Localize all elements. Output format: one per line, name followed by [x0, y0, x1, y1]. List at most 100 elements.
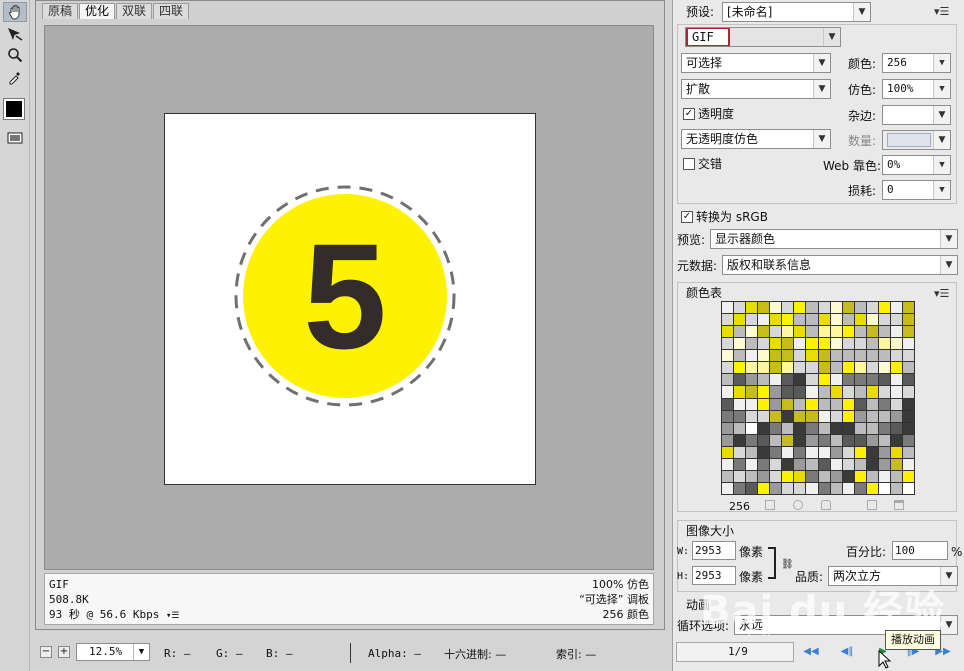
palette-swatch[interactable] [806, 362, 818, 374]
metadata-select[interactable]: 版权和联系信息 ▼ [722, 255, 958, 275]
palette-swatch[interactable] [746, 326, 758, 338]
trash-icon[interactable] [894, 500, 904, 510]
palette-swatch[interactable] [722, 302, 734, 314]
palette-swatch[interactable] [902, 446, 914, 458]
palette-swatch[interactable] [770, 410, 782, 422]
palette-swatch[interactable] [794, 302, 806, 314]
palette-swatch[interactable] [854, 386, 866, 398]
palette-swatch[interactable] [782, 350, 794, 362]
palette-swatch[interactable] [842, 386, 854, 398]
palette-swatch[interactable] [830, 350, 842, 362]
palette-swatch[interactable] [746, 350, 758, 362]
palette-swatch[interactable] [722, 470, 734, 482]
palette-swatch[interactable] [842, 470, 854, 482]
palette-swatch[interactable] [866, 446, 878, 458]
palette-swatch[interactable] [854, 398, 866, 410]
toggle-slices-icon[interactable] [3, 128, 27, 148]
palette-swatch[interactable] [818, 362, 830, 374]
palette-swatch[interactable] [830, 362, 842, 374]
palette-swatch[interactable] [890, 410, 902, 422]
palette-swatch[interactable] [842, 422, 854, 434]
palette-swatch[interactable] [902, 326, 914, 338]
palette-swatch[interactable] [758, 410, 770, 422]
web-shift-icon[interactable] [793, 500, 803, 510]
palette-swatch[interactable] [902, 458, 914, 470]
palette-swatch[interactable] [770, 434, 782, 446]
palette-swatch[interactable] [722, 422, 734, 434]
palette-swatch[interactable] [734, 434, 746, 446]
palette-swatch[interactable] [878, 458, 890, 470]
palette-swatch[interactable] [746, 398, 758, 410]
palette-swatch[interactable] [734, 410, 746, 422]
palette-swatch[interactable] [890, 362, 902, 374]
palette-swatch[interactable] [878, 386, 890, 398]
palette-swatch[interactable] [770, 446, 782, 458]
palette-swatch[interactable] [830, 302, 842, 314]
palette-swatch[interactable] [866, 362, 878, 374]
transparency-checkbox[interactable]: ✓ [683, 108, 695, 120]
palette-swatch[interactable] [770, 422, 782, 434]
palette-swatch[interactable] [770, 386, 782, 398]
palette-swatch[interactable] [818, 410, 830, 422]
palette-swatch[interactable] [782, 446, 794, 458]
palette-swatch[interactable] [830, 410, 842, 422]
palette-swatch[interactable] [890, 446, 902, 458]
palette-swatch[interactable] [866, 314, 878, 326]
palette-swatch[interactable] [770, 470, 782, 482]
hand-tool-icon[interactable] [3, 2, 27, 22]
palette-swatch[interactable] [866, 482, 878, 494]
width-input[interactable]: 2953 [692, 541, 736, 560]
palette-swatch[interactable] [794, 410, 806, 422]
palette-swatch[interactable] [746, 374, 758, 386]
palette-swatch[interactable] [818, 422, 830, 434]
palette-swatch[interactable] [746, 314, 758, 326]
palette-swatch[interactable] [830, 386, 842, 398]
panel-menu-icon[interactable]: ▾☰ [934, 5, 949, 18]
palette-swatch[interactable] [902, 470, 914, 482]
palette-swatch[interactable] [818, 374, 830, 386]
palette-swatch[interactable] [746, 482, 758, 494]
palette-swatch[interactable] [842, 326, 854, 338]
palette-swatch[interactable] [890, 434, 902, 446]
palette-swatch[interactable] [734, 482, 746, 494]
palette-swatch[interactable] [758, 362, 770, 374]
palette-swatch[interactable] [890, 326, 902, 338]
palette-swatch[interactable] [782, 422, 794, 434]
palette-swatch[interactable] [878, 314, 890, 326]
palette-swatch[interactable] [842, 374, 854, 386]
palette-swatch[interactable] [782, 410, 794, 422]
tab-4-up[interactable]: 四联 [153, 3, 190, 19]
palette-swatch[interactable] [890, 482, 902, 494]
palette-swatch[interactable] [902, 350, 914, 362]
palette-swatch[interactable] [722, 410, 734, 422]
chevron-down-icon[interactable]: ▼ [133, 644, 149, 660]
palette-swatch[interactable] [782, 458, 794, 470]
dither-algorithm-select[interactable]: 扩散 ▼ [681, 79, 831, 99]
palette-swatch[interactable] [878, 482, 890, 494]
palette-swatch[interactable] [830, 314, 842, 326]
palette-swatch[interactable] [878, 446, 890, 458]
dither-combo[interactable]: 100% ▼ [882, 79, 951, 99]
palette-swatch[interactable] [842, 410, 854, 422]
palette-swatch[interactable] [902, 314, 914, 326]
palette-swatch[interactable] [722, 338, 734, 350]
matte-select[interactable]: ▼ [882, 105, 951, 125]
palette-swatch[interactable] [818, 482, 830, 494]
palette-swatch[interactable] [842, 362, 854, 374]
palette-swatch[interactable] [854, 326, 866, 338]
palette-swatch[interactable] [878, 434, 890, 446]
palette-swatch[interactable] [866, 350, 878, 362]
percent-input[interactable]: 100 [892, 541, 948, 560]
palette-swatch[interactable] [878, 410, 890, 422]
palette-swatch[interactable] [830, 326, 842, 338]
palette-swatch[interactable] [842, 482, 854, 494]
palette-swatch[interactable] [782, 314, 794, 326]
palette-swatch[interactable] [794, 374, 806, 386]
palette-swatch[interactable] [878, 350, 890, 362]
palette-swatch[interactable] [830, 398, 842, 410]
palette-swatch[interactable] [770, 326, 782, 338]
palette-swatch[interactable] [878, 326, 890, 338]
palette-swatch[interactable] [806, 446, 818, 458]
palette-swatch[interactable] [890, 386, 902, 398]
palette-swatch[interactable] [734, 326, 746, 338]
